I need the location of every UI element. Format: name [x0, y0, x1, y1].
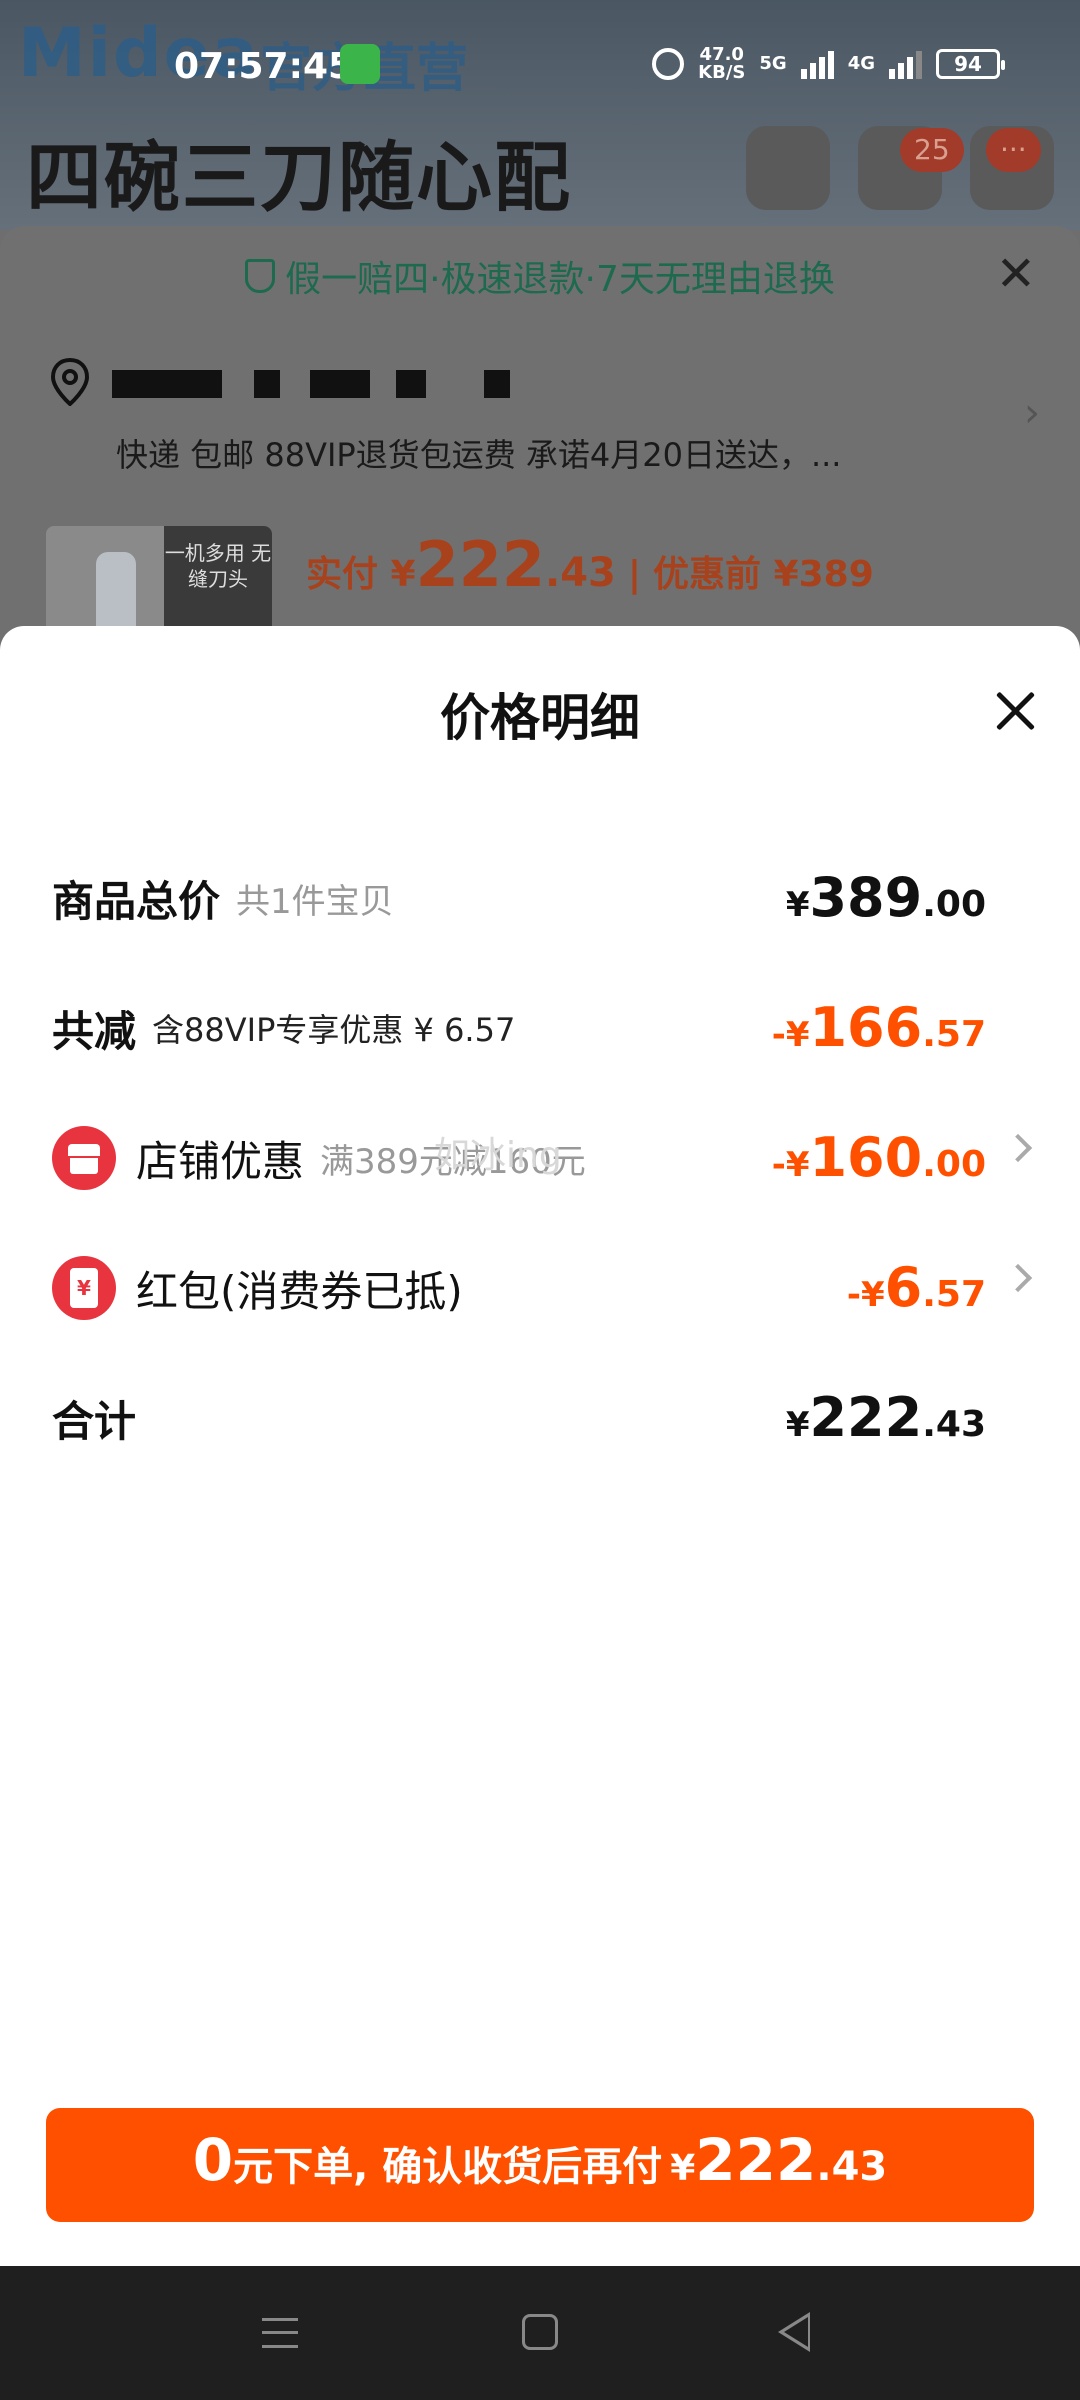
amount-currency: -¥	[771, 1015, 810, 1055]
amount-int: 222	[809, 1386, 923, 1449]
menu-icon[interactable]	[262, 2318, 298, 2348]
cta-zero: 0	[192, 2126, 234, 2194]
guarantee-text: 假一赔四·极速退款·7天无理由退换	[285, 259, 835, 300]
alarm-icon	[652, 48, 685, 80]
amount-currency: ¥	[785, 1405, 810, 1445]
cta-dec: .43	[816, 2144, 888, 2190]
close-icon[interactable]	[988, 684, 1042, 738]
cta-int: 222	[695, 2126, 817, 2194]
location-pin-icon	[50, 358, 90, 406]
row-amount: -¥ 6.57	[847, 1238, 986, 1338]
amount-int: 160	[809, 1126, 923, 1189]
amount-dec: .43	[922, 1404, 986, 1445]
row-label: 共减 含88VIP专享优惠 ¥ 6.57	[52, 978, 515, 1078]
cta-text: 元下单, 确认收货后再付	[233, 2144, 663, 2190]
delivery-info[interactable]: 快递 包邮 88VIP退货包运费 承诺4月20日送达，...	[116, 430, 841, 476]
order-sheet-close-icon[interactable]: ✕	[996, 250, 1036, 298]
network-type-4g: 4G	[847, 53, 875, 74]
row-label: 合计	[52, 1368, 136, 1468]
cart-count-badge: 25	[900, 128, 964, 172]
shield-check-icon	[245, 259, 276, 293]
amount-currency: -¥	[771, 1145, 810, 1185]
amount-dec: .57	[922, 1274, 986, 1315]
row-red-packet[interactable]: ¥ 红包(消费券已抵) -¥ 6.57	[0, 1238, 1080, 1338]
cta-currency: ¥	[670, 2148, 696, 2189]
chevron-right-icon[interactable]	[1003, 1133, 1033, 1163]
signal-icon-2	[889, 49, 922, 79]
price-dec: .43	[545, 550, 616, 596]
amount-dec: .00	[922, 1144, 986, 1185]
share-button[interactable]	[746, 126, 830, 210]
status-time: 07:57:45	[174, 46, 354, 87]
red-packet-mark: ¥	[77, 1276, 91, 1300]
amount-int: 6	[884, 1256, 923, 1319]
row-title: 红包(消费券已抵)	[136, 1266, 463, 1316]
address-redacted	[396, 370, 426, 398]
amount-currency: -¥	[846, 1275, 885, 1315]
row-subtitle: 共1件宝贝	[236, 881, 394, 922]
place-order-button[interactable]: 0 元下单, 确认收货后再付 ¥ 222 .43	[46, 2108, 1034, 2222]
row-title: 合计	[52, 1396, 137, 1446]
row-amount: ¥222.43	[786, 1368, 986, 1468]
row-title: 店铺优惠	[136, 1136, 305, 1186]
row-title: 商品总价	[52, 876, 221, 926]
price-separator: |	[627, 554, 642, 595]
red-packet-icon: ¥	[52, 1256, 116, 1320]
row-amount: -¥ 166.57	[772, 978, 986, 1078]
watermark-text: 如冰ing	[434, 1135, 562, 1176]
amount-currency: ¥	[785, 885, 810, 925]
row-amount: -¥ 160.00	[772, 1108, 986, 1208]
chevron-right-icon[interactable]	[1003, 1263, 1033, 1293]
battery-icon: 94	[936, 49, 1005, 79]
original-price: 优惠前 ¥389	[653, 554, 874, 595]
price-int: 222	[415, 528, 546, 601]
home-icon[interactable]	[522, 2314, 558, 2350]
address-chevron-icon[interactable]: ›	[1024, 390, 1040, 436]
price-detail-sheet: 价格明细 商品总价 共1件宝贝 ¥389.00 共减 含88VIP专享优惠 ¥ …	[0, 626, 1080, 2266]
amount-dec: .57	[922, 1014, 986, 1055]
row-label: ¥ 红包(消费券已抵)	[52, 1238, 463, 1338]
network-speed-unit: KB/S	[698, 62, 746, 83]
row-title: 共减	[52, 1006, 137, 1056]
amount-int: 166	[809, 996, 923, 1059]
amount-int: 389	[809, 866, 923, 929]
status-icons: 47.0 KB/S 5G 4G 94	[652, 46, 1005, 82]
row-amount: ¥389.00	[786, 848, 986, 948]
network-speed: 47.0 KB/S	[698, 46, 745, 82]
address-redacted	[484, 370, 510, 398]
row-total-discount: 共减 含88VIP专享优惠 ¥ 6.57 -¥ 166.57	[0, 978, 1080, 1078]
system-nav-bar	[0, 2266, 1080, 2400]
more-badge: ···	[986, 128, 1041, 172]
signal-icon	[800, 49, 834, 79]
modal-title: 价格明细	[440, 689, 640, 747]
shop-icon	[52, 1126, 116, 1190]
row-grand-total: 合计 ¥222.43	[0, 1368, 1080, 1468]
status-bar: 07:57:45 47.0 KB/S 5G 4G 94	[0, 0, 1080, 130]
address-redacted	[112, 370, 222, 398]
row-goods-total: 商品总价 共1件宝贝 ¥389.00	[0, 848, 1080, 948]
app-notification-icon	[340, 44, 380, 84]
product-headline: 四碗三刀随心配	[26, 133, 572, 222]
amount-dec: .00	[922, 884, 986, 925]
address-redacted	[310, 370, 370, 398]
price-label: 实付 ¥	[306, 554, 416, 595]
guarantee-banner: 假一赔四·极速退款·7天无理由退换	[0, 226, 1080, 326]
network-type-5g: 5G	[759, 53, 787, 74]
back-icon[interactable]	[778, 2312, 810, 2352]
row-label: 商品总价 共1件宝贝	[52, 848, 394, 948]
order-price: 实付 ¥222.43 | 优惠前 ¥389	[306, 528, 874, 601]
address-redacted	[254, 370, 280, 398]
row-subtitle: 含88VIP专享优惠 ¥ 6.57	[152, 1011, 516, 1049]
